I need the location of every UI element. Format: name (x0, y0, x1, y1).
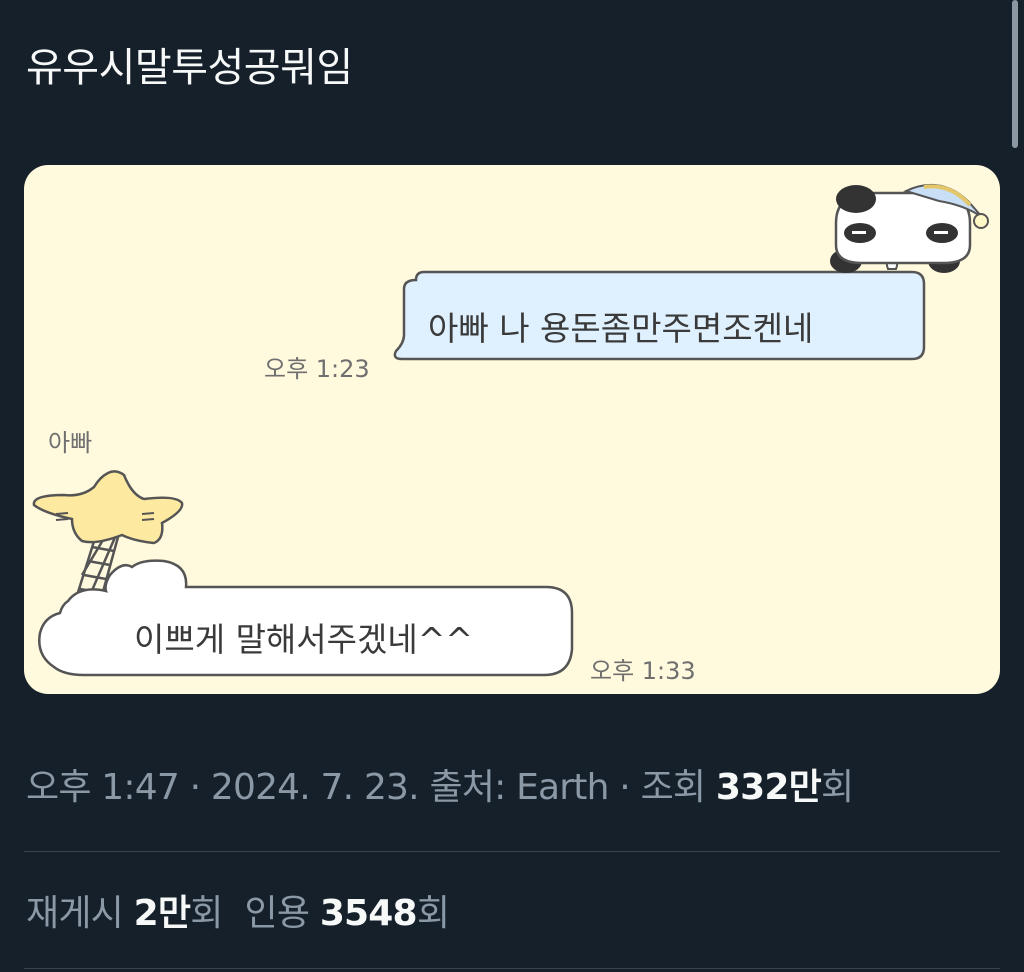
panda-sleeping-icon (830, 184, 989, 273)
tweet-text: 유우시말투성공뭐임 (26, 45, 353, 91)
reposts-count: 2만 (133, 893, 191, 934)
engagement-stats: 재게시 2만회 인용 3548회 (26, 884, 471, 936)
source-label: 출처: (429, 767, 517, 808)
reposts-label: 재게시 (26, 893, 134, 934)
views-count: 332만 (715, 767, 822, 808)
sent-time: 오후 1:23 (264, 355, 370, 383)
tweet-image[interactable]: 아빠 나 용돈좀만주면조켄네 오후 1:23 아빠 이쁘게 말해서주겠네^^ 오… (24, 165, 1000, 694)
sent-message: 아빠 나 용돈좀만주면조켄네 (428, 309, 814, 348)
divider-bottom (24, 968, 1000, 969)
received-time: 오후 1:33 (590, 657, 696, 685)
received-message: 이쁘게 말해서주겠네^^ (134, 620, 474, 659)
source-value: Earth (516, 767, 609, 808)
quotes-unit: 회 (416, 893, 450, 934)
views-label: 조회 (640, 767, 716, 808)
quotes-stat[interactable]: 인용 3548회 (245, 884, 450, 936)
scrollbar[interactable] (1012, 0, 1018, 148)
quotes-count: 3548 (319, 893, 418, 934)
divider (24, 851, 1000, 852)
quotes-label: 인용 (244, 893, 320, 934)
tweet-meta: 오후 1:47 · 2024. 7. 23. 출처: Earth · 조회 33… (26, 758, 854, 810)
post-timestamp[interactable]: 오후 1:47 · 2024. 7. 23. (26, 767, 429, 808)
reposts-unit: 회 (190, 893, 223, 934)
meta-separator: · (608, 767, 641, 808)
views-unit: 회 (820, 767, 854, 808)
sender-name: 아빠 (48, 429, 93, 457)
reposts-stat[interactable]: 재게시 2만회 (26, 884, 223, 936)
